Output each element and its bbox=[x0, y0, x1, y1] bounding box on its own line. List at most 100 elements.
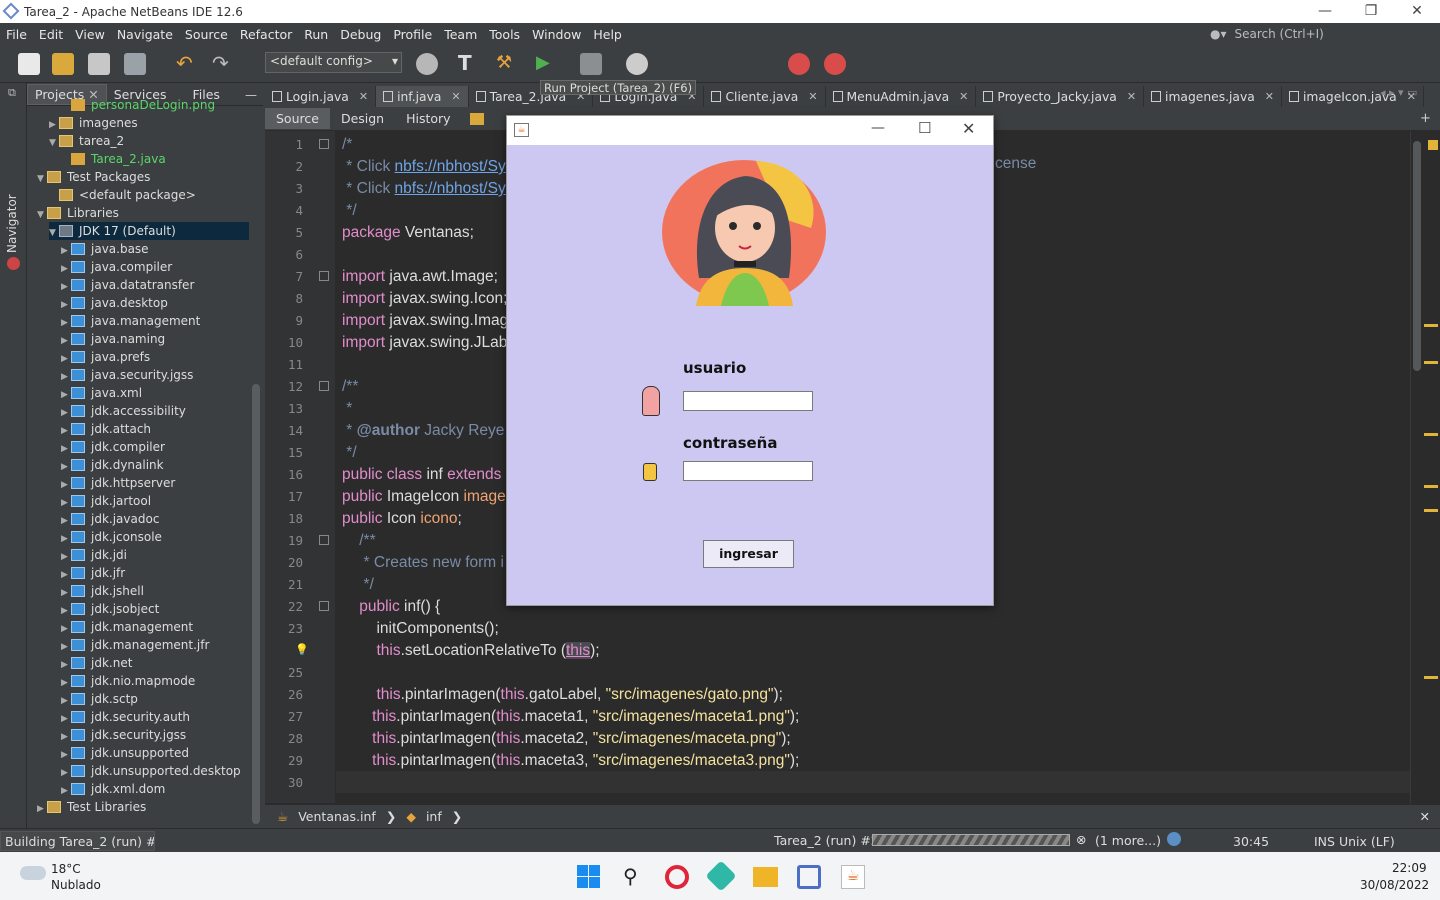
tab-history[interactable]: History bbox=[395, 108, 461, 129]
opera-icon[interactable] bbox=[665, 865, 689, 889]
fold-icon[interactable] bbox=[319, 535, 329, 545]
tree-node[interactable]: ▶ jdk.nio.mapmode bbox=[61, 672, 195, 690]
menu-item-source[interactable]: Source bbox=[179, 27, 234, 42]
cancel-task-icon[interactable]: ⊗ bbox=[1076, 832, 1086, 847]
search-box[interactable]: ●▾ Search (Ctrl+I) bbox=[1210, 24, 1430, 44]
tree-node[interactable]: ▶ java.compiler bbox=[61, 258, 172, 276]
dialog-minimize-button[interactable]: — bbox=[871, 120, 885, 136]
code-line[interactable]: */ bbox=[342, 574, 374, 596]
expanded-arrow-icon[interactable]: ▼ bbox=[49, 134, 59, 152]
menu-item-profile[interactable]: Profile bbox=[387, 27, 438, 42]
globe-icon[interactable] bbox=[416, 53, 438, 75]
stripe-mark[interactable] bbox=[1424, 433, 1438, 436]
menu-item-debug[interactable]: Debug bbox=[334, 27, 387, 42]
breadcrumb-method[interactable]: inf bbox=[426, 809, 442, 824]
clean-build-icon[interactable]: T bbox=[458, 53, 480, 75]
tree-node[interactable]: ▶ jdk.unsupported bbox=[61, 744, 189, 762]
code-line[interactable]: /** bbox=[342, 530, 375, 552]
expanded-arrow-icon[interactable]: ▼ bbox=[49, 224, 59, 242]
tree-node[interactable]: ▶ jdk.jdi bbox=[61, 546, 127, 564]
tree-node[interactable]: ▶ java.prefs bbox=[61, 348, 150, 366]
debug-project-icon[interactable] bbox=[580, 53, 602, 75]
build-icon[interactable]: ⚒ bbox=[496, 53, 518, 75]
menu-item-window[interactable]: Window bbox=[526, 27, 587, 42]
editor-tab[interactable]: Proyecto_Jacky.java ✕ bbox=[976, 86, 1145, 107]
menu-item-refactor[interactable]: Refactor bbox=[234, 27, 298, 42]
hint-bulb-icon[interactable]: 💡 bbox=[295, 643, 309, 656]
tree-node[interactable]: ▶ jdk.accessibility bbox=[61, 402, 186, 420]
tree-node[interactable]: ▶ java.naming bbox=[61, 330, 165, 348]
tree-scrollbar[interactable] bbox=[252, 384, 260, 824]
side-window-icon[interactable]: ⧉ bbox=[8, 86, 16, 100]
navigator-tab[interactable]: Navigator bbox=[5, 193, 21, 253]
code-line[interactable]: this.pintarImagen(this.gatoLabel, "src/i… bbox=[342, 684, 783, 706]
code-line[interactable]: */ bbox=[342, 200, 356, 222]
close-output-icon[interactable]: ✕ bbox=[1420, 809, 1430, 824]
tree-node[interactable]: Tarea_2.java bbox=[61, 150, 166, 168]
code-line[interactable]: this.pintarImagen(this.maceta3, "src/ima… bbox=[342, 750, 799, 772]
fold-icon[interactable] bbox=[319, 271, 329, 281]
menu-item-run[interactable]: Run bbox=[298, 27, 334, 42]
run-project-icon[interactable]: ▶ bbox=[536, 53, 558, 75]
code-line[interactable]: /** bbox=[342, 376, 358, 398]
editor-tab[interactable]: imagenes.java ✕ bbox=[1144, 86, 1282, 107]
code-line[interactable]: * @author Jacky Reye bbox=[342, 420, 504, 442]
taskbar-date[interactable]: 30/08/2022 bbox=[1360, 878, 1429, 892]
status-build-text[interactable]: Building Tarea_2 (run) #2... bbox=[0, 831, 155, 851]
tree-node[interactable]: ▶ jdk.jconsole bbox=[61, 528, 162, 546]
java-app-icon[interactable]: ☕ bbox=[841, 865, 865, 889]
code-line[interactable]: public class inf extends bbox=[342, 464, 501, 486]
weather-temperature[interactable]: 18°C bbox=[51, 862, 81, 876]
tree-node[interactable]: ▶ java.security.jgss bbox=[61, 366, 193, 384]
menu-item-team[interactable]: Team bbox=[438, 27, 483, 42]
tree-node[interactable]: ▶ jdk.xml.dom bbox=[61, 780, 165, 798]
tree-node[interactable]: ▶ jdk.dynalink bbox=[61, 456, 164, 474]
ingresar-button[interactable]: ingresar bbox=[703, 540, 794, 568]
close-tab-icon[interactable]: ✕ bbox=[359, 90, 368, 103]
code-line[interactable]: package Ventanas; bbox=[342, 222, 474, 244]
tree-node[interactable]: ▶ jdk.unsupported.desktop bbox=[61, 762, 241, 780]
menu-item-edit[interactable]: Edit bbox=[33, 27, 69, 42]
weather-condition[interactable]: Nublado bbox=[51, 878, 101, 892]
code-line[interactable]: public inf() { bbox=[342, 596, 440, 618]
editor-tab[interactable]: MenuAdmin.java ✕ bbox=[826, 86, 977, 107]
tree-node[interactable]: ▶ jdk.attach bbox=[61, 420, 151, 438]
tree-node[interactable]: ▶ java.desktop bbox=[61, 294, 168, 312]
tree-node[interactable]: ▶ jdk.management bbox=[61, 618, 193, 636]
stripe-mark[interactable] bbox=[1424, 485, 1438, 488]
stripe-mark[interactable] bbox=[1424, 324, 1438, 327]
tree-node[interactable]: ▶ java.management bbox=[61, 312, 200, 330]
tree-node[interactable]: ▶ jdk.compiler bbox=[61, 438, 165, 456]
menu-item-view[interactable]: View bbox=[69, 27, 111, 42]
code-line[interactable]: import javax.swing.JLab bbox=[342, 332, 507, 354]
tab-nav-arrows-icon[interactable]: ◂ ▸ ▾ ▭ bbox=[1380, 86, 1417, 99]
close-tab-icon[interactable]: ✕ bbox=[451, 90, 460, 103]
tree-node[interactable]: ▶ jdk.javadoc bbox=[61, 510, 159, 528]
expanded-arrow-icon[interactable]: ▼ bbox=[37, 170, 47, 188]
add-panel-icon[interactable]: + bbox=[1420, 111, 1431, 126]
new-file-icon[interactable] bbox=[18, 53, 40, 75]
breadcrumb-class[interactable]: Ventanas.inf bbox=[298, 809, 376, 824]
close-tab-icon[interactable]: ✕ bbox=[959, 90, 968, 103]
code-line[interactable]: public Icon icono; bbox=[342, 508, 462, 530]
stripe-mark[interactable] bbox=[1424, 509, 1438, 512]
windows-start-icon[interactable] bbox=[577, 865, 600, 888]
app-icon[interactable] bbox=[705, 860, 737, 892]
tree-node[interactable]: <default package> bbox=[49, 186, 196, 204]
tree-node[interactable]: ▶ jdk.jartool bbox=[61, 492, 151, 510]
tab-design[interactable]: Design bbox=[330, 108, 395, 129]
fold-icon[interactable] bbox=[319, 381, 329, 391]
tree-node[interactable]: ▼ JDK 17 (Default) bbox=[49, 222, 249, 240]
netbeans-taskbar-icon[interactable] bbox=[797, 865, 821, 889]
minimize-button[interactable]: — bbox=[1302, 0, 1348, 23]
editor-tab[interactable]: Login.java ✕ bbox=[265, 86, 377, 107]
taskbar-time[interactable]: 22:09 bbox=[1392, 861, 1427, 875]
gc-icon[interactable] bbox=[788, 53, 810, 75]
tree-node[interactable]: personaDeLogin.png bbox=[61, 96, 215, 114]
code-line[interactable]: */ bbox=[342, 442, 356, 464]
code-line[interactable]: * Click nbfs://nbhost/Sy bbox=[342, 178, 505, 200]
tree-node[interactable]: ▶ java.datatransfer bbox=[61, 276, 194, 294]
weather-icon[interactable] bbox=[20, 866, 46, 880]
undo-icon[interactable]: ↶ bbox=[176, 53, 198, 75]
usuario-field[interactable] bbox=[683, 391, 813, 411]
